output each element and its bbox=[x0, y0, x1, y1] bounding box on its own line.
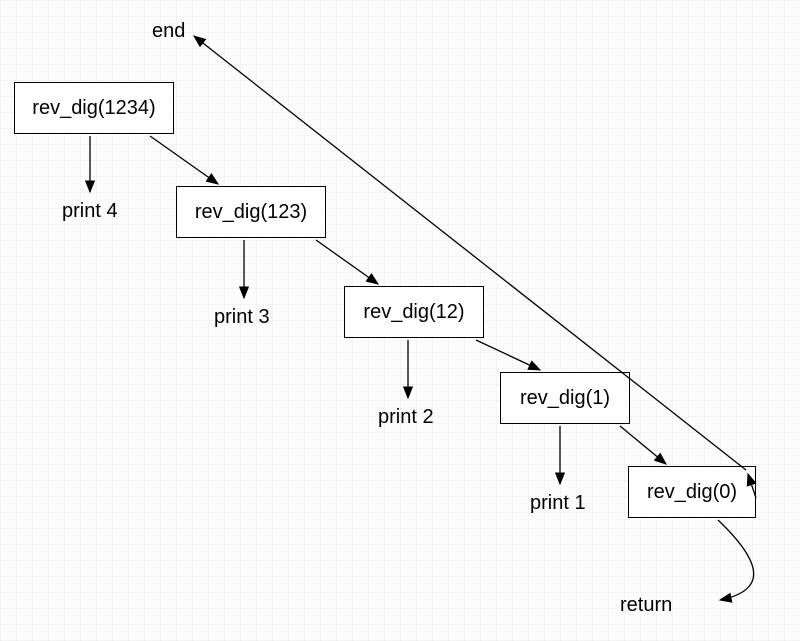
diagram-canvas: end rev_dig(1234) print 4 rev_dig(123) p… bbox=[0, 0, 800, 641]
end-label: end bbox=[152, 20, 185, 43]
arrow-n2-n3 bbox=[316, 240, 378, 284]
print-1-label: print 1 bbox=[530, 492, 586, 515]
node-text: rev_dig(12) bbox=[363, 301, 464, 324]
node-text: rev_dig(1) bbox=[520, 387, 610, 410]
node-revdig-123: rev_dig(123) bbox=[176, 186, 326, 238]
node-revdig-12: rev_dig(12) bbox=[344, 286, 484, 338]
node-revdig-1234: rev_dig(1234) bbox=[14, 82, 174, 134]
return-label: return bbox=[620, 594, 672, 617]
arrow-return-to-end bbox=[194, 36, 746, 470]
arrow-n4-n5 bbox=[620, 426, 666, 464]
node-revdig-0: rev_dig(0) bbox=[628, 466, 756, 518]
node-revdig-1: rev_dig(1) bbox=[500, 372, 630, 424]
print-4-label: print 4 bbox=[62, 200, 118, 223]
arrow-n1-n2 bbox=[150, 136, 218, 184]
print-3-label: print 3 bbox=[214, 306, 270, 329]
node-text: rev_dig(1234) bbox=[32, 97, 155, 120]
arrow-n3-n4 bbox=[476, 340, 540, 370]
node-text: rev_dig(0) bbox=[647, 481, 737, 504]
print-2-label: print 2 bbox=[378, 406, 434, 429]
arrow-n5-return-loop bbox=[718, 520, 754, 600]
node-text: rev_dig(123) bbox=[195, 201, 307, 224]
